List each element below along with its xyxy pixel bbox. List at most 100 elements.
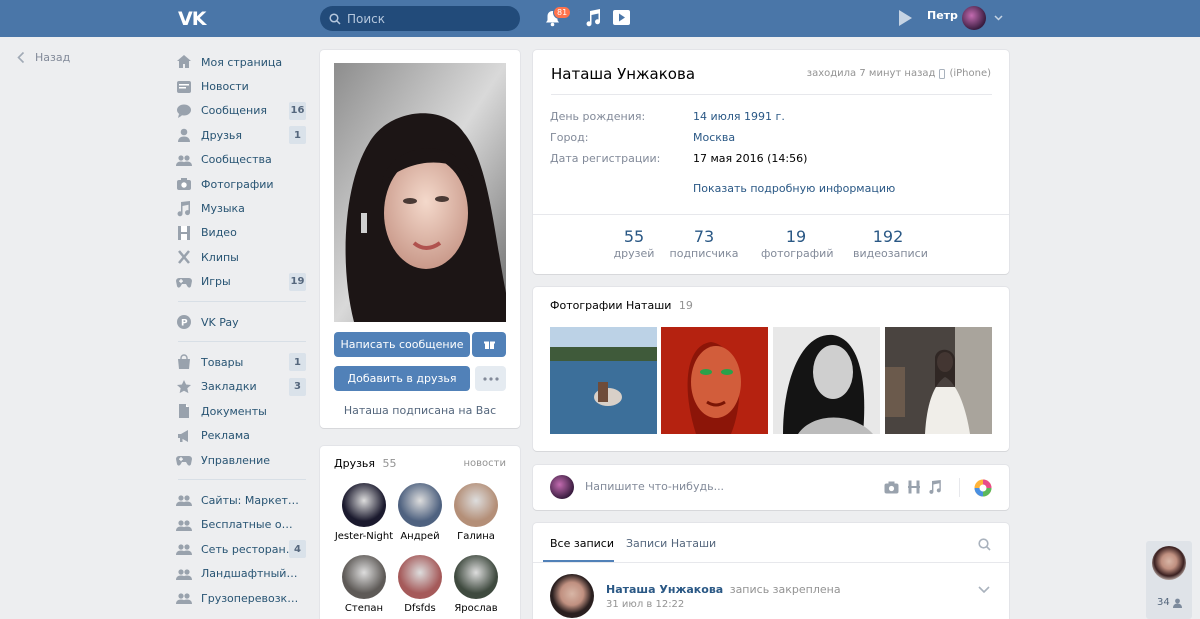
stat-number: 55	[623, 227, 645, 246]
sidebar-item[interactable]: Клипы	[176, 245, 308, 269]
sidebar-item[interactable]: Управление	[176, 448, 308, 472]
user-avatar[interactable]	[962, 6, 986, 30]
sidebar-item-label: Сайты: Маркети...	[201, 493, 299, 507]
stat-label: видеозаписи	[853, 247, 928, 260]
sidebar-item[interactable]: Игры 19	[176, 270, 308, 294]
back-link[interactable]: Назад	[17, 51, 70, 64]
sidebar-item[interactable]: Ландшафтный диз...	[176, 561, 308, 585]
sidebar-item[interactable]: Музыка	[176, 196, 308, 220]
post-header: Наташа Унжакова запись закреплена	[606, 583, 841, 596]
sidebar-item[interactable]: Сеть ресторано... 4	[176, 537, 308, 561]
sidebar-item[interactable]: Сообщества	[176, 148, 308, 172]
sidebar-item[interactable]: Товары 1	[176, 350, 308, 374]
post-author-avatar[interactable]	[550, 574, 594, 618]
friend-item[interactable]: Галина	[444, 483, 508, 542]
messages-icon	[176, 103, 192, 119]
photo-thumb-1[interactable]	[550, 327, 657, 434]
vk-logo[interactable]: VK	[178, 8, 206, 30]
search-icon[interactable]	[978, 538, 991, 551]
stat-counter[interactable]: 73 подписчика	[669, 227, 739, 260]
info-row-label: День рождения:	[550, 110, 646, 123]
sidebar-item[interactable]: P VK Pay	[176, 310, 308, 334]
sidebar-item[interactable]: Грузоперевозки С...	[176, 586, 308, 610]
post-author[interactable]: Наташа Унжакова	[606, 583, 723, 596]
friends-count: 55	[382, 457, 397, 470]
music-icon	[176, 200, 192, 217]
info-row-value[interactable]: 14 июля 1991 г.	[693, 110, 785, 123]
camera-icon[interactable]	[884, 481, 899, 494]
photos-header[interactable]: Фотографии Наташи 19	[550, 299, 693, 312]
stat-number: 19	[785, 227, 807, 246]
info-row-value[interactable]: Москва	[693, 131, 735, 144]
friend-avatar	[454, 555, 498, 599]
settings-color-icon[interactable]	[974, 479, 992, 497]
tab-own-posts[interactable]: Записи Наташи	[626, 537, 716, 550]
profile-name: Наташа Унжакова	[551, 65, 696, 83]
friend-item[interactable]: Jester-Night	[332, 483, 396, 542]
sidebar-item[interactable]: Документы	[176, 399, 308, 423]
sidebar-item[interactable]: Видео	[176, 221, 308, 245]
sidebar-item[interactable]: Сайты: Маркети...	[176, 488, 308, 512]
friend-avatar	[454, 483, 498, 527]
sidebar-item[interactable]: Бесплатные объя...	[176, 513, 308, 537]
profile-info-card: Наташа Унжакова заходила 7 минут назад (…	[533, 50, 1009, 274]
post-pinned-note: запись закреплена	[729, 583, 841, 596]
sidebar-item[interactable]: Сообщения 16	[176, 99, 308, 123]
friend-item[interactable]: Ярослав	[444, 555, 508, 614]
user-name[interactable]: Петр	[927, 9, 958, 22]
left-sidebar: Моя страница Новости Сообщения 16 Друзья…	[176, 50, 308, 610]
chevron-down-icon[interactable]	[994, 15, 1003, 21]
sidebar-item[interactable]: Новости	[176, 74, 308, 98]
friend-item[interactable]: Андрей	[388, 483, 452, 542]
stat-counter[interactable]: 19 фотографий	[761, 227, 833, 260]
add-friend-button[interactable]: Добавить в друзья	[334, 366, 470, 391]
photo-thumb-4[interactable]	[885, 327, 992, 434]
stat-counter[interactable]: 192 видеозаписи	[853, 227, 928, 260]
search-icon	[329, 12, 341, 25]
info-row-value: 17 мая 2016 (14:56)	[693, 152, 808, 165]
player-play-icon[interactable]	[899, 10, 912, 26]
chat-widget[interactable]: 34	[1146, 541, 1192, 619]
send-message-button[interactable]: Написать сообщение	[334, 332, 470, 357]
profile-photo[interactable]	[334, 63, 506, 322]
chat-avatar[interactable]	[1152, 546, 1186, 580]
video-icon	[176, 225, 192, 241]
sidebar-item-label: Сообщения	[201, 104, 268, 118]
video-play-icon[interactable]	[612, 9, 631, 26]
music-icon[interactable]	[929, 480, 941, 494]
search-box[interactable]	[320, 6, 520, 31]
stats-divider	[533, 214, 1009, 215]
chat-count: 34	[1157, 597, 1170, 608]
friend-avatar	[342, 555, 386, 599]
friends-header[interactable]: Друзья 55	[334, 457, 397, 470]
music-note-icon[interactable]	[585, 9, 600, 27]
friend-item[interactable]: Dfsfds	[388, 555, 452, 614]
video-icon[interactable]	[908, 480, 920, 494]
chevron-down-icon[interactable]	[978, 586, 990, 593]
sidebar-item-counter: 1	[289, 126, 306, 145]
show-details-link[interactable]: Показать подробную информацию	[693, 182, 895, 195]
friends-news-link[interactable]: новости	[464, 458, 507, 469]
photo-thumb-3[interactable]	[773, 327, 880, 434]
more-actions-button[interactable]	[475, 366, 506, 391]
post-date[interactable]: 31 июл в 12:22	[606, 599, 684, 610]
composer-input[interactable]: Напишите что-нибудь...	[585, 480, 724, 493]
stat-label: друзей	[613, 247, 655, 260]
news-icon	[176, 79, 192, 95]
home-icon	[176, 54, 192, 70]
sidebar-item-label: Музыка	[201, 202, 245, 216]
sidebar-item[interactable]: Закладки 3	[176, 375, 308, 399]
sidebar-item[interactable]: Друзья 1	[176, 123, 308, 147]
friends-title: Друзья	[334, 457, 376, 470]
sidebar-item[interactable]: Фотографии	[176, 172, 308, 196]
gift-button[interactable]	[472, 332, 506, 357]
friend-name: Ярослав	[454, 603, 498, 614]
search-input[interactable]	[347, 11, 507, 26]
sidebar-item[interactable]: Моя страница	[176, 50, 308, 74]
stat-counter[interactable]: 55 друзей	[599, 227, 669, 260]
tab-all-posts[interactable]: Все записи	[550, 537, 614, 550]
friend-avatar	[398, 483, 442, 527]
friend-item[interactable]: Степан	[332, 555, 396, 614]
sidebar-item[interactable]: Реклама	[176, 423, 308, 447]
photo-thumb-2[interactable]	[661, 327, 768, 434]
